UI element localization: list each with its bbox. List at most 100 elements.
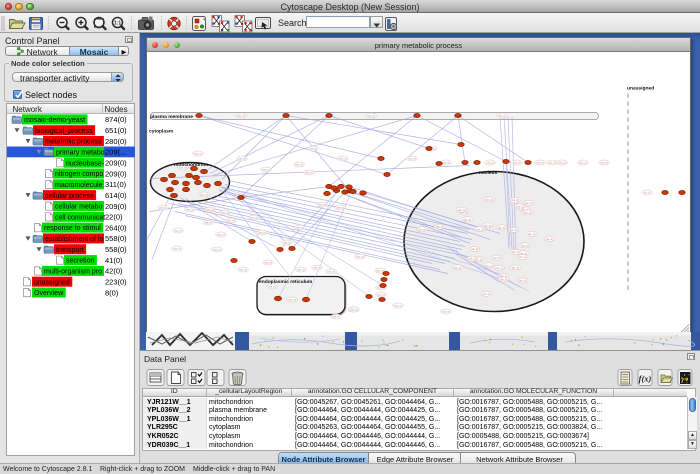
svg-text:(xx..x): (xx..x) xyxy=(262,168,269,172)
svg-text:(xx..x): (xx..x) xyxy=(204,221,211,225)
svg-text:secretion: secretion xyxy=(66,257,95,264)
svg-text:(xx..x): (xx..x) xyxy=(464,217,471,221)
svg-text:(xx..x): (xx..x) xyxy=(174,229,181,233)
svg-text:(xx..x): (xx..x) xyxy=(442,161,449,165)
svg-text:(xx..x): (xx..x) xyxy=(454,265,461,269)
svg-text:(xx..x): (xx..x) xyxy=(485,263,492,267)
svg-text:209(0): 209(0) xyxy=(105,201,127,210)
svg-text:(xx..x): (xx..x) xyxy=(305,171,312,175)
svg-text:(xx..x): (xx..x) xyxy=(600,161,607,165)
svg-text:cytoplasm: cytoplasm xyxy=(149,129,174,135)
svg-text:874(0): 874(0) xyxy=(105,115,127,124)
svg-text:42(0): 42(0) xyxy=(105,266,123,275)
svg-text:(xx..x): (xx..x) xyxy=(217,233,224,237)
svg-text:(xx..x): (xx..x) xyxy=(525,201,532,205)
svg-text:(xx..x): (xx..x) xyxy=(250,216,257,220)
svg-text:metabolic process: metabolic process xyxy=(45,138,102,145)
svg-text:endoplasmic reticulum: endoplasmic reticulum xyxy=(259,279,313,285)
svg-text:(xx..x): (xx..x) xyxy=(498,114,505,118)
svg-text:mitochondrion: mitochondrion xyxy=(174,162,208,168)
svg-text:(xx..x): (xx..x) xyxy=(528,232,535,236)
svg-text:(xx..x): (xx..x) xyxy=(350,308,357,312)
svg-text:(xx..x): (xx..x) xyxy=(476,227,483,231)
svg-text:(xx..x): (xx..x) xyxy=(258,231,265,235)
svg-text:(xx..x): (xx..x) xyxy=(296,226,303,230)
svg-text:(xx..x): (xx..x) xyxy=(327,270,334,274)
svg-text:(xx..x): (xx..x) xyxy=(500,278,507,282)
svg-text:Overview: Overview xyxy=(34,290,64,297)
svg-text:209(...: 209(... xyxy=(105,147,126,156)
svg-text:(xx..x): (xx..x) xyxy=(318,203,325,207)
svg-text:biological_process: biological_process xyxy=(35,127,93,134)
svg-text:(xx..x): (xx..x) xyxy=(213,248,220,252)
svg-text:establishment of lo: establishment of lo xyxy=(45,236,103,243)
svg-text:(xx..x): (xx..x) xyxy=(239,268,246,272)
svg-text:transport: transport xyxy=(56,246,84,253)
svg-text:41(0): 41(0) xyxy=(105,255,123,264)
svg-text:nucleus: nucleus xyxy=(479,170,498,176)
svg-text:plasma membrane: plasma membrane xyxy=(150,114,193,120)
svg-text:(xx..x): (xx..x) xyxy=(200,193,207,197)
svg-text:macromolecule: macromolecule xyxy=(55,181,103,188)
svg-text:(xx..x): (xx..x) xyxy=(524,210,531,214)
svg-text:(xx..x): (xx..x) xyxy=(264,261,271,265)
svg-text:(xx..x): (xx..x) xyxy=(194,152,201,156)
svg-text:(xx..x): (xx..x) xyxy=(268,285,275,289)
svg-text:209(0): 209(0) xyxy=(105,169,127,178)
svg-text:(xx..x): (xx..x) xyxy=(643,191,650,195)
svg-text:nitrogen compo: nitrogen compo xyxy=(55,171,103,178)
svg-text:(xx..x): (xx..x) xyxy=(159,206,166,210)
svg-text:(xx..x): (xx..x) xyxy=(238,157,245,161)
svg-text:(xx..x): (xx..x) xyxy=(376,269,383,273)
svg-text:(xx..x): (xx..x) xyxy=(486,161,493,165)
svg-text:(xx..x): (xx..x) xyxy=(367,114,374,118)
svg-text:(xx..x): (xx..x) xyxy=(483,292,490,296)
svg-text:(xx..x): (xx..x) xyxy=(442,310,449,314)
svg-text:(xx..x): (xx..x) xyxy=(227,219,234,223)
svg-text:(xx..x): (xx..x) xyxy=(173,247,180,251)
svg-text:(xx..x): (xx..x) xyxy=(516,205,523,209)
svg-text:558(0): 558(0) xyxy=(105,245,127,254)
svg-text:(xx..x): (xx..x) xyxy=(498,225,505,229)
svg-text:(xx..x): (xx..x) xyxy=(288,298,295,302)
svg-text:(xx..x): (xx..x) xyxy=(418,227,425,231)
svg-text:614(0): 614(0) xyxy=(105,191,127,200)
svg-text:8(0): 8(0) xyxy=(105,288,119,297)
svg-text:(xx..x): (xx..x) xyxy=(519,279,526,283)
svg-text:unassigned: unassigned xyxy=(34,279,70,286)
svg-text:651(0): 651(0) xyxy=(105,126,127,135)
svg-text:(xx..x): (xx..x) xyxy=(468,257,475,261)
svg-text:(xx..x): (xx..x) xyxy=(484,223,491,227)
svg-text:(xx..x): (xx..x) xyxy=(521,243,528,247)
svg-text:(xx..x): (xx..x) xyxy=(297,268,304,272)
svg-text:response to stimul: response to stimul xyxy=(44,225,101,232)
svg-text:(xx..x): (xx..x) xyxy=(377,293,384,297)
svg-text:(xx..x): (xx..x) xyxy=(512,198,519,202)
svg-text:(xx..x): (xx..x) xyxy=(536,161,543,165)
svg-text:(xx..x): (xx..x) xyxy=(558,161,565,165)
svg-text:(xx..x): (xx..x) xyxy=(283,241,290,245)
svg-text:311(0): 311(0) xyxy=(105,180,127,189)
svg-text:(xx..x): (xx..x) xyxy=(339,157,346,161)
svg-text:280(0): 280(0) xyxy=(105,136,127,145)
svg-text:(xx..x): (xx..x) xyxy=(436,225,443,229)
svg-text:(xx..x): (xx..x) xyxy=(579,161,586,165)
svg-text:(xx..x): (xx..x) xyxy=(485,198,492,202)
svg-text:(xx..x): (xx..x) xyxy=(221,211,228,215)
svg-text:(xx..x): (xx..x) xyxy=(336,206,343,210)
svg-text:cellular process: cellular process xyxy=(45,192,94,199)
svg-text:(xx..x): (xx..x) xyxy=(510,228,517,232)
svg-text:223(0): 223(0) xyxy=(105,277,127,286)
svg-text:(xx..x): (xx..x) xyxy=(237,114,244,118)
svg-text:209(0): 209(0) xyxy=(105,158,127,167)
svg-text:primary metabo: primary metabo xyxy=(56,149,105,156)
svg-text:22(0): 22(0) xyxy=(105,212,123,221)
svg-text:(xx..x): (xx..x) xyxy=(546,237,553,241)
svg-text:(xx..x): (xx..x) xyxy=(471,247,478,251)
svg-text:f(x): f(x) xyxy=(639,373,652,383)
svg-text:unassigned: unassigned xyxy=(627,86,654,92)
svg-text:(xx..x): (xx..x) xyxy=(206,208,213,212)
svg-text:(xx..x): (xx..x) xyxy=(309,147,316,151)
svg-text:(xx..x): (xx..x) xyxy=(313,266,320,270)
svg-text:558(0): 558(0) xyxy=(105,234,127,243)
